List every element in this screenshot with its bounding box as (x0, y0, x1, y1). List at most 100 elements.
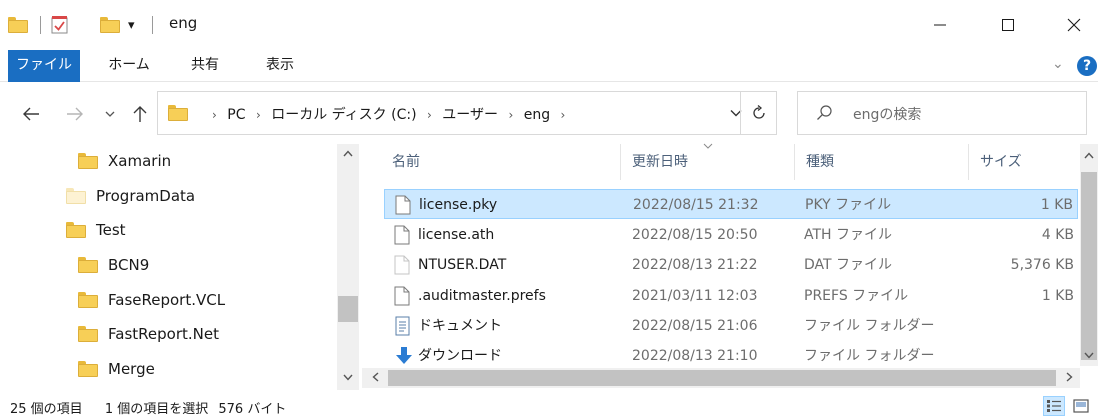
documents-folder-icon (395, 316, 410, 336)
breadcrumb-users[interactable]: ユーザー (442, 107, 498, 123)
scroll-down-icon[interactable] (337, 370, 359, 388)
file-name: NTUSER.DAT (418, 257, 507, 273)
breadcrumb-pc[interactable]: PC (227, 107, 245, 123)
hidden-folder-icon (66, 188, 86, 204)
file-name: license.ath (418, 227, 495, 243)
file-type: PKY ファイル (805, 197, 892, 213)
file-row[interactable]: license.ath 2022/08/15 20:50 ATH ファイル 4 … (384, 220, 1078, 250)
file-row[interactable]: license.pky 2022/08/15 21:32 PKY ファイル 1 … (384, 189, 1078, 219)
tab-home[interactable]: ホーム (96, 50, 162, 82)
download-arrow-icon (396, 347, 412, 364)
scroll-left-icon[interactable] (364, 368, 386, 388)
folder-icon (78, 153, 98, 169)
column-divider[interactable] (620, 144, 621, 180)
quick-access-folder-icon[interactable] (8, 14, 28, 36)
back-button[interactable] (16, 102, 46, 126)
up-arrow-icon (133, 106, 147, 122)
folder-icon (78, 326, 98, 342)
chevron-down-icon (105, 111, 115, 117)
file-list-vertical-scrollbar[interactable] (1080, 144, 1098, 366)
file-row[interactable]: .auditmaster.prefs 2021/03/11 12:03 PREF… (384, 281, 1078, 311)
scrollbar-thumb[interactable] (388, 370, 1056, 386)
tree-item-test[interactable]: Test (66, 215, 126, 245)
folder-row[interactable]: ダウンロード 2022/08/13 21:10 ファイル フォルダー (384, 341, 1078, 371)
scrollbar-thumb[interactable] (1081, 172, 1097, 360)
expand-ribbon-icon[interactable]: ⌄ (1052, 56, 1064, 72)
details-view-button[interactable] (1043, 396, 1065, 416)
file-date: 2022/08/15 21:32 (633, 197, 759, 213)
column-divider[interactable] (968, 144, 969, 180)
sort-descending-icon (703, 141, 713, 152)
selection-size: 576 バイト (218, 402, 287, 417)
address-folder-icon (168, 105, 188, 121)
column-header-type[interactable]: 種類 (806, 144, 834, 180)
folder-date: 2022/08/15 21:06 (632, 318, 758, 334)
status-text: 25 個の項目 1 個の項目を選択 576 バイト (10, 398, 286, 417)
column-divider[interactable] (794, 144, 795, 180)
details-view-icon (1047, 400, 1061, 412)
minimize-button[interactable] (922, 10, 958, 40)
quick-access-separator (40, 16, 41, 34)
scrollbar-thumb[interactable] (338, 296, 358, 322)
window-title: eng (169, 14, 198, 32)
folder-name: ドキュメント (418, 318, 502, 334)
file-row[interactable]: NTUSER.DAT 2022/08/13 21:22 DAT ファイル 5,3… (384, 250, 1078, 280)
up-button[interactable] (128, 102, 152, 126)
file-date: 2022/08/15 20:50 (632, 227, 758, 243)
file-name: license.pky (419, 197, 498, 213)
tree-item-merge[interactable]: Merge (78, 354, 155, 384)
tree-item-xamarin[interactable]: Xamarin (78, 146, 171, 176)
refresh-button[interactable] (740, 91, 777, 135)
breadcrumb-eng[interactable]: eng (524, 107, 550, 123)
folder-date: 2022/08/13 21:10 (632, 348, 758, 364)
recent-locations-button[interactable] (100, 102, 120, 126)
tree-item-fastreport-net[interactable]: FastReport.Net (78, 319, 219, 349)
column-header-size[interactable]: サイズ (980, 144, 1022, 180)
search-box[interactable]: engの検索 (797, 91, 1087, 135)
tree-item-fasereport-vcl[interactable]: FaseReport.VCL (78, 285, 225, 315)
search-icon (817, 105, 832, 120)
scroll-down-icon[interactable] (1080, 348, 1098, 366)
scroll-up-icon[interactable] (337, 146, 359, 164)
breadcrumb-local-disk[interactable]: ローカル ディスク (C:) (271, 107, 416, 123)
ribbon-tabs: ファイル ホーム 共有 表示 ⌄ ? (0, 50, 1098, 82)
file-list-horizontal-scrollbar[interactable] (362, 368, 1080, 388)
search-input[interactable]: engの検索 (853, 104, 921, 124)
file-icon (394, 286, 410, 306)
file-size: 4 KB (1041, 227, 1074, 243)
column-header-name[interactable]: 名前 (392, 144, 420, 180)
tree-item-programdata[interactable]: ProgramData (66, 181, 195, 211)
tab-view[interactable]: 表示 (250, 50, 310, 82)
tab-share[interactable]: 共有 (178, 50, 232, 82)
customize-quick-access-dropdown[interactable]: ▾ (128, 14, 135, 36)
help-icon[interactable]: ? (1077, 56, 1097, 76)
folder-type: ファイル フォルダー (804, 348, 935, 364)
file-date: 2021/03/11 12:03 (632, 288, 758, 304)
folder-icon (66, 222, 86, 238)
new-folder-icon[interactable] (100, 14, 120, 36)
close-icon (1067, 18, 1081, 32)
maximize-button[interactable] (990, 10, 1026, 40)
title-separator (152, 16, 153, 34)
folder-row[interactable]: ドキュメント 2022/08/15 21:06 ファイル フォルダー (384, 311, 1078, 341)
tab-file[interactable]: ファイル (8, 50, 80, 82)
large-icons-view-button[interactable] (1070, 396, 1092, 416)
address-bar[interactable]: › PC › ローカル ディスク (C:) › ユーザー › eng › (157, 91, 777, 135)
scroll-up-icon[interactable] (1080, 148, 1098, 166)
forward-button[interactable] (60, 102, 90, 126)
breadcrumb: › PC › ローカル ディスク (C:) › ユーザー › eng › (212, 107, 566, 123)
folder-type: ファイル フォルダー (804, 318, 935, 334)
file-name: .auditmaster.prefs (418, 288, 546, 304)
scroll-right-icon[interactable] (1058, 368, 1080, 388)
properties-icon[interactable] (50, 14, 70, 36)
status-bar: 25 個の項目 1 個の項目を選択 576 バイト (0, 393, 1098, 419)
item-count: 25 個の項目 (10, 402, 83, 417)
hidden-file-icon (394, 255, 410, 275)
back-arrow-icon (23, 107, 39, 121)
tree-item-bcn9[interactable]: BCN9 (78, 250, 149, 280)
minimize-icon (934, 24, 946, 26)
file-icon (394, 225, 410, 245)
close-button[interactable] (1056, 10, 1092, 40)
navigation-pane-scrollbar[interactable] (337, 144, 359, 390)
column-header-date[interactable]: 更新日時 (632, 144, 688, 180)
